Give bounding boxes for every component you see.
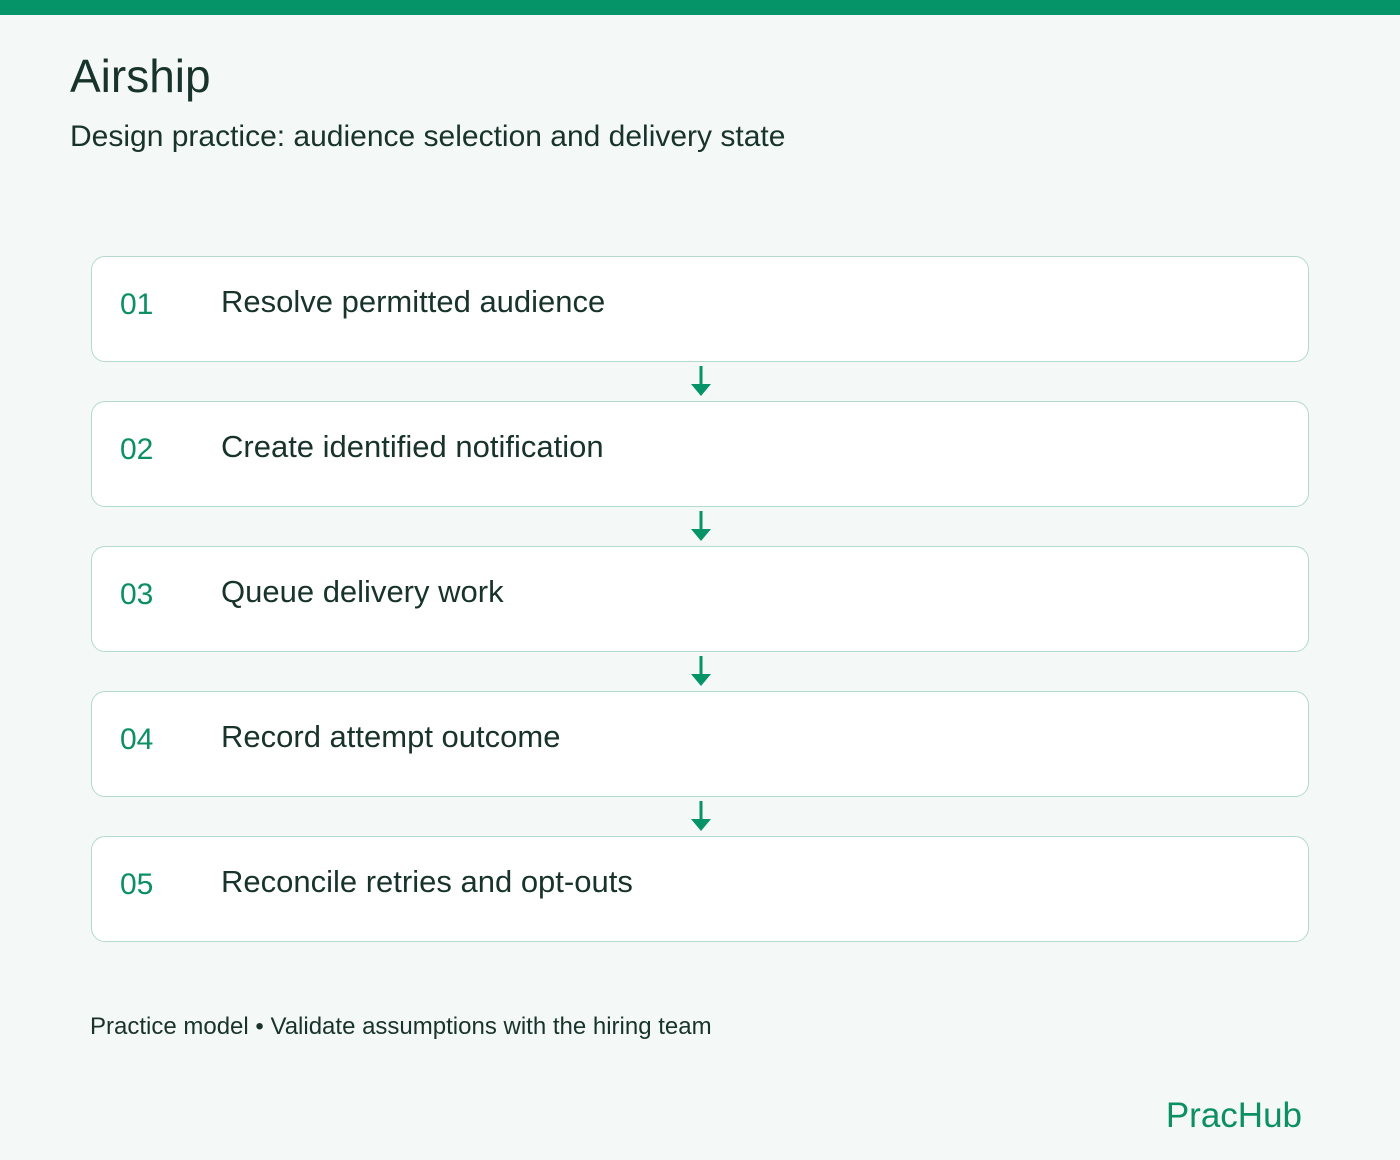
step-card-01: 01 Resolve permitted audience bbox=[91, 256, 1309, 362]
step-number: 03 bbox=[120, 578, 154, 611]
top-accent-bar bbox=[0, 0, 1400, 15]
step-card-02: 02 Create identified notification bbox=[91, 401, 1309, 507]
step-card-03: 03 Queue delivery work bbox=[91, 546, 1309, 652]
page-title: Airship bbox=[70, 50, 211, 102]
footer-note: Practice model • Validate assumptions wi… bbox=[90, 1013, 712, 1040]
step-card-05: 05 Reconcile retries and opt-outs bbox=[91, 836, 1309, 942]
step-number: 04 bbox=[120, 723, 154, 756]
step-label: Record attempt outcome bbox=[221, 719, 561, 754]
arrow-down-icon bbox=[691, 801, 711, 831]
arrow-down-icon bbox=[691, 366, 711, 396]
step-number: 02 bbox=[120, 433, 154, 466]
step-number: 01 bbox=[120, 288, 154, 321]
step-label: Reconcile retries and opt-outs bbox=[221, 864, 633, 899]
page-subtitle: Design practice: audience selection and … bbox=[70, 120, 786, 153]
arrow-down-icon bbox=[691, 656, 711, 686]
step-label: Resolve permitted audience bbox=[221, 284, 606, 319]
step-number: 05 bbox=[120, 868, 154, 901]
step-card-04: 04 Record attempt outcome bbox=[91, 691, 1309, 797]
step-label: Create identified notification bbox=[221, 429, 604, 464]
arrow-down-icon bbox=[691, 511, 711, 541]
step-label: Queue delivery work bbox=[221, 574, 504, 609]
brand-logo-text: PracHub bbox=[1165, 1096, 1302, 1135]
